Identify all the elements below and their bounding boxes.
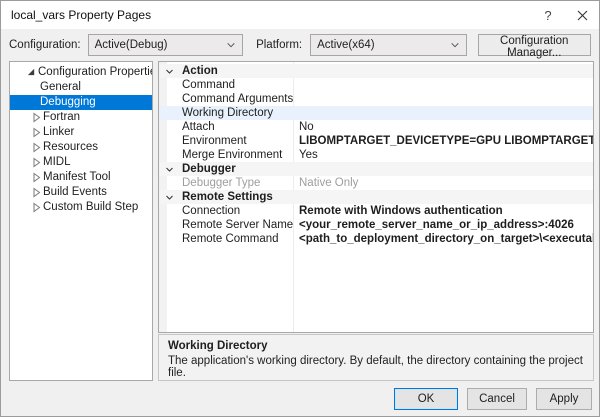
grid-category-remote-settings[interactable]: Remote Settings — [159, 190, 593, 204]
property-name: Command Arguments — [182, 92, 293, 106]
grid-row-environment[interactable]: Environment LIBOMPTARGET_DEVICETYPE=GPU … — [159, 134, 593, 148]
configuration-tree: Configuration Properties General Debuggi… — [9, 61, 153, 381]
tree-collapsed-icon[interactable] — [32, 187, 41, 198]
category-label: Action — [182, 64, 293, 78]
tree-collapsed-icon[interactable] — [32, 127, 41, 138]
property-name: Connection — [182, 204, 293, 218]
property-value: No — [293, 120, 593, 134]
tree-collapsed-icon[interactable] — [32, 112, 41, 123]
tree-expanded-icon[interactable] — [27, 67, 36, 76]
platform-label: Platform: — [256, 39, 302, 51]
title-bar: local_vars Property Pages ? — [1, 1, 599, 29]
platform-dropdown[interactable]: Active(x64) — [310, 34, 466, 56]
category-label: Remote Settings — [182, 190, 293, 204]
property-value: Native Only — [293, 176, 593, 190]
property-name: Attach — [182, 120, 293, 134]
grid-row-merge-environment[interactable]: Merge Environment Yes — [159, 148, 593, 162]
close-button[interactable] — [565, 1, 599, 29]
grid-row-attach[interactable]: Attach No — [159, 120, 593, 134]
tree-item-general[interactable]: General — [10, 80, 152, 95]
chevron-down-icon — [226, 40, 236, 50]
tree-item-label: General — [10, 80, 81, 95]
property-value — [293, 106, 593, 120]
apply-button[interactable]: Apply — [536, 388, 592, 410]
grid-row-remote-command[interactable]: Remote Command <path_to_deployment_direc… — [159, 232, 593, 246]
ok-button[interactable]: OK — [394, 388, 458, 410]
dialog-footer: OK Cancel Apply — [1, 381, 599, 410]
tree-item-resources[interactable]: Resources — [10, 140, 152, 155]
tree-collapsed-icon[interactable] — [32, 142, 41, 153]
tree-item-configuration-properties[interactable]: Configuration Properties — [10, 65, 152, 80]
property-value: <your_remote_server_name_or_ip_address>:… — [293, 218, 593, 232]
tree-item-label: Custom Build Step — [10, 200, 138, 215]
tree-item-fortran[interactable]: Fortran — [10, 110, 152, 125]
property-name: Remote Command — [182, 232, 293, 246]
help-button[interactable]: ? — [531, 1, 565, 29]
property-value: Yes — [293, 148, 593, 162]
tree-item-label: Debugging — [10, 95, 96, 110]
description-text: The application's working directory. By … — [168, 355, 584, 379]
grid-row-working-directory[interactable]: Working Directory — [159, 106, 593, 120]
configuration-toolbar: Configuration: Active(Debug) Platform: A… — [1, 29, 599, 61]
property-pages-dialog: local_vars Property Pages ? Configuratio… — [0, 0, 600, 417]
property-value: Remote with Windows authentication — [293, 204, 593, 218]
category-label: Debugger — [182, 162, 293, 176]
description-title: Working Directory — [168, 340, 584, 352]
property-description-panel: Working Directory The application's work… — [158, 334, 594, 381]
configuration-label: Configuration: — [9, 39, 81, 51]
tree-item-label: Resources — [10, 140, 98, 155]
tree-item-label: Build Events — [10, 185, 107, 200]
grid-category-debugger[interactable]: Debugger — [159, 162, 593, 176]
grid-row-connection[interactable]: Connection Remote with Windows authentic… — [159, 204, 593, 218]
close-icon — [577, 10, 588, 21]
property-name: Environment — [182, 134, 293, 148]
window-title: local_vars Property Pages — [11, 8, 151, 22]
configuration-manager-button[interactable]: Configuration Manager... — [478, 34, 591, 56]
titlebar-buttons: ? — [531, 1, 599, 29]
chevron-down-icon[interactable] — [165, 193, 174, 202]
main-area: Configuration Properties General Debuggi… — [1, 61, 599, 381]
property-grid: Action Command Command Arguments Working… — [158, 61, 594, 333]
tree-collapsed-icon[interactable] — [32, 157, 41, 168]
property-value: LIBOMPTARGET_DEVICETYPE=GPU LIBOMPTARGET… — [293, 134, 593, 148]
property-name: Merge Environment — [182, 148, 293, 162]
tree-item-custom-build-step[interactable]: Custom Build Step — [10, 200, 152, 215]
property-name: Command — [182, 78, 293, 92]
property-value — [293, 78, 593, 92]
property-value — [293, 92, 593, 106]
tree-item-debugging[interactable]: Debugging — [10, 95, 152, 110]
tree-collapsed-icon[interactable] — [32, 172, 41, 183]
tree-item-linker[interactable]: Linker — [10, 125, 152, 140]
platform-value: Active(x64) — [317, 39, 375, 51]
grid-category-action[interactable]: Action — [159, 64, 593, 78]
grid-row-remote-server-name[interactable]: Remote Server Name <your_remote_server_n… — [159, 218, 593, 232]
configuration-dropdown[interactable]: Active(Debug) — [88, 34, 243, 56]
configuration-value: Active(Debug) — [95, 39, 168, 51]
property-name: Debugger Type — [182, 176, 293, 190]
tree-item-label: Linker — [10, 125, 74, 140]
tree-item-midl[interactable]: MIDL — [10, 155, 152, 170]
tree-collapsed-icon[interactable] — [32, 202, 41, 213]
help-icon: ? — [544, 8, 551, 23]
chevron-down-icon[interactable] — [165, 67, 174, 76]
chevron-down-icon[interactable] — [165, 165, 174, 174]
grid-row-command[interactable]: Command — [159, 78, 593, 92]
tree-item-label: Fortran — [10, 110, 80, 125]
property-name: Working Directory — [182, 106, 293, 120]
cancel-button[interactable]: Cancel — [467, 388, 527, 410]
tree-item-manifest-tool[interactable]: Manifest Tool — [10, 170, 152, 185]
tree-item-label: Manifest Tool — [10, 170, 111, 185]
grid-row-command-arguments[interactable]: Command Arguments — [159, 92, 593, 106]
property-name: Remote Server Name — [182, 218, 293, 232]
chevron-down-icon — [450, 40, 460, 50]
tree-item-build-events[interactable]: Build Events — [10, 185, 152, 200]
property-value: <path_to_deployment_directory_on_target>… — [293, 232, 593, 246]
grid-row-debugger-type[interactable]: Debugger Type Native Only — [159, 176, 593, 190]
